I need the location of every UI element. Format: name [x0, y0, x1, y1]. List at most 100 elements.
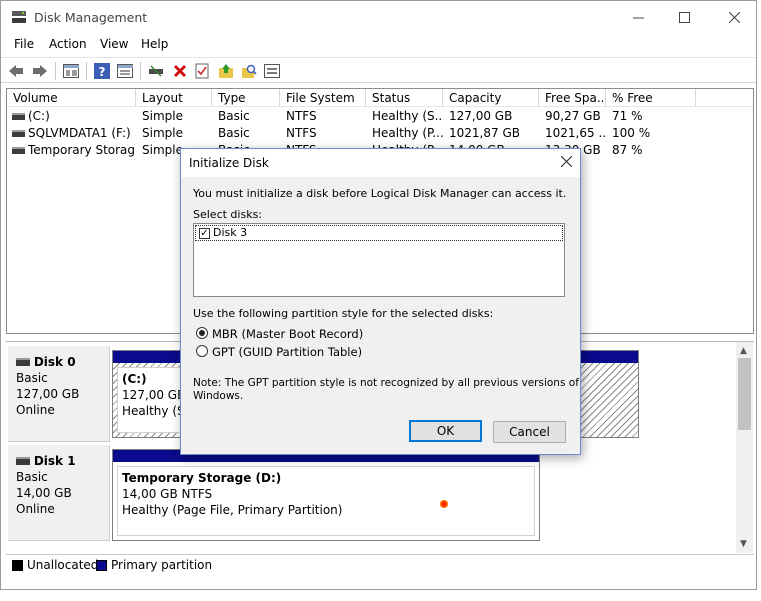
settings-pane-icon	[264, 64, 280, 78]
graph-scrollbar[interactable]: ▲ ▼	[736, 342, 753, 553]
forward-arrow-icon	[33, 65, 47, 77]
col-layout[interactable]: Layout	[136, 89, 212, 107]
partition-name: Temporary Storage (D:)	[122, 471, 282, 485]
disk-size: 14,00 GB	[16, 486, 72, 500]
cell-status: Healthy (S...	[372, 109, 443, 123]
menu-file[interactable]: File	[14, 37, 34, 51]
toolbar-separator	[86, 62, 87, 80]
scrollbar-thumb[interactable]	[738, 358, 751, 430]
dialog-title: Initialize Disk	[189, 156, 269, 170]
connect-drive-button[interactable]	[147, 62, 165, 80]
cell-volume: Temporary Storag...	[28, 143, 134, 157]
disk-select-list[interactable]: ✓ Disk 3	[193, 223, 565, 297]
col-type[interactable]: Type	[212, 89, 280, 107]
toolbar: ?	[1, 57, 756, 83]
cell-type: Basic	[218, 109, 250, 123]
cell-layout: Simple	[142, 109, 183, 123]
radio-selected-dot	[199, 330, 205, 336]
up-folder-button[interactable]	[217, 62, 235, 80]
table-row[interactable]: (C:) Simple Basic NTFS Healthy (S... 127…	[7, 108, 753, 125]
title-bar: Disk Management	[1, 1, 756, 33]
disk-status: Online	[16, 502, 55, 516]
cell-percent-free: 87 %	[612, 143, 643, 157]
delete-button[interactable]	[171, 62, 189, 80]
menu-action[interactable]: Action	[49, 37, 87, 51]
maximize-button[interactable]	[661, 1, 707, 33]
close-icon	[728, 11, 740, 23]
partition-size: 14,00 GB NTFS	[122, 487, 213, 501]
toolbar-separator	[140, 62, 141, 80]
minimize-button[interactable]	[615, 1, 661, 33]
disk-list-item[interactable]: ✓ Disk 3	[195, 225, 563, 241]
table-row[interactable]: SQLVMDATA1 (F:) Simple Basic NTFS Health…	[7, 125, 753, 142]
partition-status: Healthy (Page File, Primary Partition)	[122, 503, 343, 517]
cell-volume: (C:)	[28, 109, 50, 123]
disk-name: Disk 0	[33, 355, 76, 369]
maximize-icon	[678, 11, 690, 23]
disk-1-partition-d[interactable]: Temporary Storage (D:) 14,00 GB NTFS Hea…	[112, 449, 540, 541]
cursor-highlight-dot	[440, 500, 448, 508]
help-button[interactable]: ?	[93, 62, 111, 80]
volume-list-header: Volume Layout Type File System Status Ca…	[7, 89, 753, 107]
forward-button[interactable]	[31, 62, 49, 80]
partition-label-box: Temporary Storage (D:) 14,00 GB NTFS Hea…	[117, 466, 535, 536]
cell-percent-free: 71 %	[612, 109, 643, 123]
legend-primary-partition: Primary partition	[111, 558, 213, 572]
col-file-system[interactable]: File System	[280, 89, 366, 107]
col-percent-free[interactable]: % Free	[606, 89, 696, 107]
ok-button[interactable]: OK	[409, 420, 482, 442]
partition-style-label: Use the following partition style for th…	[193, 307, 494, 320]
dialog-close-button[interactable]	[560, 152, 573, 171]
disk-status: Online	[16, 403, 55, 417]
legend-unallocated: Unallocated	[27, 558, 99, 572]
col-volume[interactable]: Volume	[7, 89, 136, 107]
gpt-radio-label[interactable]: GPT (GUID Partition Table)	[212, 345, 362, 359]
show-hide-console-tree-button[interactable]	[62, 62, 80, 80]
search-button[interactable]	[240, 62, 258, 80]
close-icon	[560, 155, 573, 168]
scroll-down-icon[interactable]: ▼	[740, 539, 747, 549]
dialog-intro-text: You must initialize a disk before Logica…	[193, 187, 567, 200]
mbr-radio[interactable]	[196, 327, 208, 339]
gpt-note-line-2: Windows.	[193, 390, 244, 402]
disk-1-info[interactable]: Disk 1 Basic 14,00 GB Online	[8, 445, 110, 541]
back-button[interactable]	[7, 62, 25, 80]
disk-icon	[16, 358, 30, 366]
window-title: Disk Management	[34, 10, 148, 25]
view-pane-icon	[117, 64, 133, 78]
disk-1-header: Disk 1	[16, 453, 109, 469]
disk-list-item-label: Disk 3	[213, 226, 248, 239]
disk-0-header: Disk 0	[16, 354, 109, 370]
menu-view[interactable]: View	[100, 37, 128, 51]
svg-text:?: ?	[99, 65, 106, 79]
unallocated-swatch	[12, 560, 23, 571]
gpt-radio[interactable]	[196, 345, 208, 357]
close-button[interactable]	[711, 1, 757, 33]
disk-checkbox[interactable]: ✓	[199, 228, 210, 239]
disk-name: Disk 1	[33, 454, 76, 468]
cell-layout: Simple	[142, 126, 183, 140]
col-free-space[interactable]: Free Spa...	[539, 89, 606, 107]
cell-status: Healthy (P...	[372, 126, 443, 140]
cell-volume: SQLVMDATA1 (F:)	[28, 126, 131, 140]
disk-management-app-icon	[12, 11, 26, 23]
disk-0-info[interactable]: Disk 0 Basic 127,00 GB Online	[8, 346, 110, 442]
cancel-button[interactable]: Cancel	[493, 421, 566, 443]
console-tree-icon	[63, 64, 79, 78]
menu-help[interactable]: Help	[141, 37, 168, 51]
drive-connect-icon	[149, 65, 163, 77]
settings-pane-button[interactable]	[263, 62, 281, 80]
properties-view-button[interactable]	[116, 62, 134, 80]
cell-percent-free: 100 %	[612, 126, 651, 140]
cell-free-space: 1021,65 ...	[545, 126, 605, 140]
scroll-up-icon[interactable]: ▲	[740, 346, 747, 356]
col-capacity[interactable]: Capacity	[443, 89, 539, 107]
check-button[interactable]	[193, 62, 211, 80]
mbr-radio-label[interactable]: MBR (Master Boot Record)	[212, 327, 363, 341]
delete-x-icon	[173, 64, 187, 78]
disk-type: Basic	[16, 371, 48, 385]
help-icon: ?	[94, 63, 110, 79]
disk-icon	[16, 457, 30, 465]
col-status[interactable]: Status	[366, 89, 443, 107]
volume-drive-icon	[12, 130, 25, 137]
